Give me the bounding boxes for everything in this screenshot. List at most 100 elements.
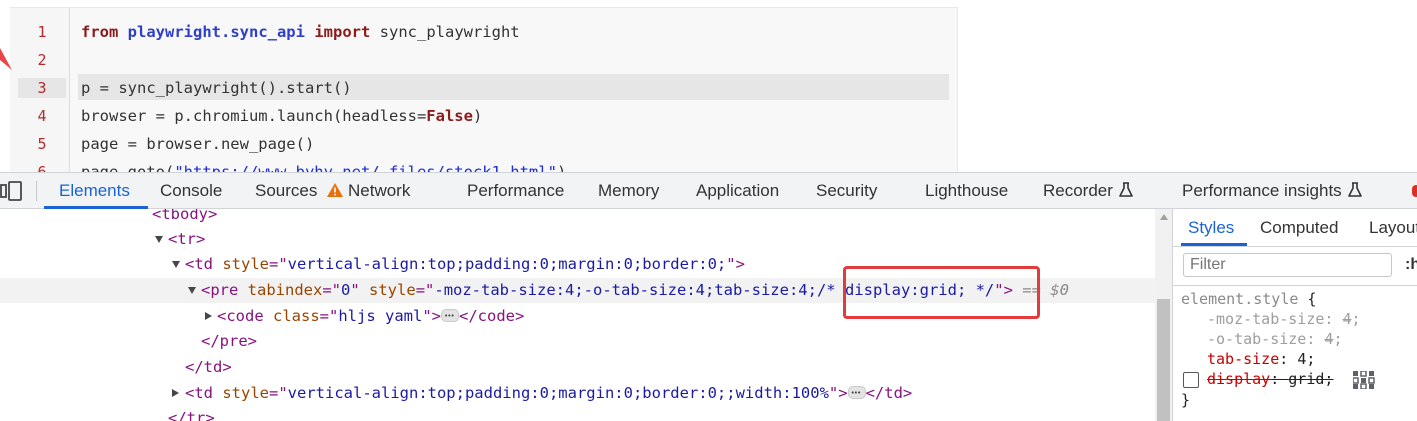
grid-editor-icon[interactable] [1353, 371, 1375, 389]
tag-name: =" [269, 255, 288, 273]
attribute-value[interactable]: vertical-align:top;padding:0;margin:0;bo… [288, 384, 829, 402]
code-line: p = sync_playwright().start() [81, 78, 352, 98]
property-value[interactable]: 4 [1342, 310, 1351, 328]
property-name[interactable]: -moz-tab-size [1207, 310, 1324, 328]
semicolon: ; [1333, 330, 1343, 348]
expand-triangle-right-icon[interactable] [205, 312, 212, 320]
tab-elements[interactable]: Elements [59, 173, 130, 209]
expand-triangle-right-icon[interactable] [172, 389, 179, 397]
tab-recorder[interactable]: Recorder [1043, 173, 1133, 209]
node-markup: </tr> [168, 406, 215, 421]
code-viewer: 1 2 3 4 5 6 from playwright.sync_api import s… [0, 0, 1417, 172]
devtools-tab-bar: Elements Console Sources Network Performance… [0, 172, 1417, 209]
string-literal: "https://www.byhy.net/_files/stock1.html… [174, 163, 557, 172]
style-declaration-tab-size[interactable]: tab-size: 4; [1207, 349, 1315, 369]
hover-state-toggle-button[interactable]: :h [1405, 253, 1417, 277]
open-brace: { [1298, 290, 1317, 308]
tab-label: Security [816, 181, 878, 200]
code-text: page = browser.new_page() [81, 135, 315, 153]
code-text: page.goto( [81, 163, 175, 172]
tab-memory[interactable]: Memory [598, 173, 659, 209]
expand-triangle-down-icon[interactable] [172, 261, 180, 268]
property-value[interactable]: grid [1288, 370, 1324, 388]
scrollbar-thumb[interactable] [1157, 299, 1170, 421]
tag-name: </td> [185, 358, 232, 376]
tab-console[interactable]: Console [160, 173, 222, 209]
tab-network[interactable]: Network [326, 173, 410, 209]
tab-styles[interactable]: Styles [1188, 209, 1234, 245]
tab-performance[interactable]: Performance [467, 173, 564, 209]
selector-name[interactable]: element.style [1181, 290, 1298, 308]
colon: : [1279, 350, 1298, 368]
line-number: 6 [37, 163, 47, 172]
annotation-highlight-box [843, 266, 1040, 319]
style-declaration--moz-tab-size[interactable]: -moz-tab-size: 4; [1207, 309, 1361, 329]
tag-name: "> [726, 255, 745, 273]
attribute-value[interactable]: 0 [341, 281, 350, 299]
tab-application[interactable]: Application [696, 173, 779, 209]
property-value[interactable]: 4 [1297, 350, 1306, 368]
tag-name: <tbody> [152, 209, 218, 223]
node-markup: </td> [185, 355, 232, 380]
warning-icon [327, 183, 343, 197]
styles-filter-input[interactable] [1183, 253, 1392, 277]
pre-close-node[interactable]: </pre> [0, 329, 1155, 354]
tag-name: "> [828, 384, 848, 402]
semicolon: ; [1306, 350, 1316, 368]
tag-name: <pre [201, 281, 239, 299]
keyword: False [426, 107, 473, 125]
tab-label: Lighthouse [925, 181, 1009, 200]
tr-close-node[interactable]: </tr> [0, 406, 1155, 421]
tag-name: <td [185, 384, 213, 402]
scroll-up-arrow-icon[interactable] [1160, 214, 1168, 220]
attribute-name[interactable]: style [360, 281, 416, 299]
code-line: page = browser.new_page() [81, 134, 314, 154]
tab-layout[interactable]: Layout [1369, 209, 1417, 245]
collapsed-children-ellipsis-icon[interactable] [441, 304, 460, 329]
experiment-flask-icon [1119, 182, 1133, 197]
collapsed-children-ellipsis-icon[interactable] [847, 381, 866, 406]
tab-performance-insights[interactable]: Performance insights [1182, 173, 1362, 209]
attribute-name[interactable]: tabindex [238, 281, 323, 299]
expand-triangle-down-icon[interactable] [188, 287, 196, 294]
code-text: browser = p.chromium.launch(headless= [81, 107, 427, 125]
tab-label: Performance insights [1182, 181, 1342, 200]
tag-name: =" [322, 281, 341, 299]
style-declaration--o-tab-size[interactable]: -o-tab-size: 4; [1207, 329, 1342, 349]
tr-node[interactable]: <tr> [0, 227, 1155, 252]
tag-name: </tr> [168, 409, 215, 421]
line-number: 1 [37, 23, 47, 41]
tab-computed[interactable]: Computed [1260, 209, 1338, 245]
tbody-node[interactable]: <tbody> [0, 209, 1155, 227]
attribute-value[interactable]: vertical-align:top;padding:0;margin:0;bo… [288, 255, 727, 273]
module-name: playwright.sync_api [127, 23, 305, 41]
error-indicator-icon[interactable] [1412, 185, 1417, 197]
property-name[interactable]: tab-size [1207, 350, 1279, 368]
attribute-name[interactable]: style [213, 384, 269, 402]
attribute-name[interactable]: class [264, 307, 320, 325]
code-text: sync_playwright [370, 23, 520, 41]
semicolon: ; [1351, 310, 1361, 328]
tab-lighthouse[interactable]: Lighthouse [925, 173, 1008, 209]
property-name[interactable]: -o-tab-size [1207, 330, 1306, 348]
selected-node-marker: $0 [1050, 281, 1069, 299]
td-close-node[interactable]: </td> [0, 355, 1155, 380]
display-toggle-checkbox[interactable] [1183, 372, 1199, 388]
attribute-name[interactable]: style [213, 255, 269, 273]
tag-name: "> [422, 307, 442, 325]
td-node[interactable]: <td style="vertical-align:top;padding:0;… [0, 381, 1155, 406]
expand-triangle-down-icon[interactable] [155, 236, 163, 243]
tab-security[interactable]: Security [816, 173, 877, 209]
code-text: ) [472, 107, 483, 125]
tab-label: Application [696, 181, 780, 200]
code-line: browser = p.chromium.launch(headless=Fal… [81, 106, 482, 126]
tag-name: <code [217, 307, 264, 325]
attribute-value[interactable]: hljs yaml [338, 307, 422, 325]
style-declaration-display[interactable]: display: grid; [1207, 369, 1333, 389]
property-name[interactable]: display [1207, 370, 1270, 388]
tab-sources[interactable]: Sources [255, 173, 317, 209]
device-toolbar-icon[interactable] [0, 181, 22, 201]
node-markup: <td style="vertical-align:top;padding:0;… [185, 252, 745, 277]
